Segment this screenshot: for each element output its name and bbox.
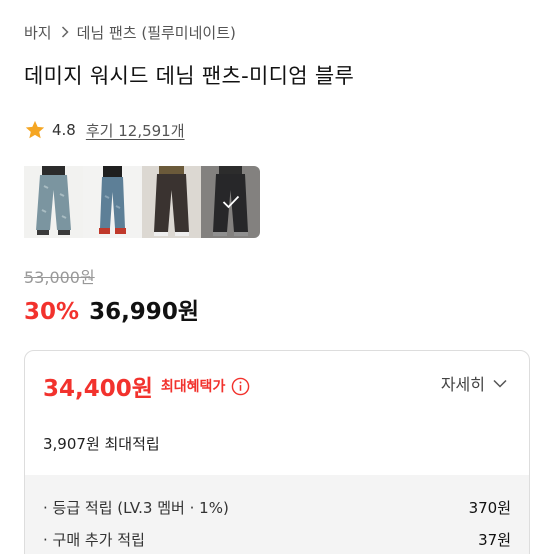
- thumbnail-3[interactable]: [142, 166, 201, 238]
- max-benefit-price: 34,400원: [43, 376, 153, 402]
- detail-toggle-label: 자세히: [440, 375, 485, 394]
- info-icon[interactable]: [231, 377, 250, 396]
- chevron-down-icon: [493, 379, 507, 388]
- points-row-value: 37원: [478, 531, 511, 549]
- thumbnail-2[interactable]: [83, 166, 142, 238]
- breadcrumb: 바지 데님 팬츠 (필루미네이트): [24, 20, 236, 44]
- thumbnail-4-selected[interactable]: [201, 166, 260, 238]
- points-breakdown: · 등급 적립 (LV.3 멤버 · 1%) 370원 · 구매 추가 적립 3…: [25, 475, 529, 554]
- thumbnail-1[interactable]: [24, 166, 83, 238]
- points-row: · 구매 추가 적립 37원: [43, 529, 511, 550]
- price-row: 30% 36,990원: [24, 292, 199, 326]
- chevron-right-icon: [61, 26, 69, 38]
- points-row-label: · 구매 추가 적립: [43, 531, 145, 549]
- detail-toggle-button[interactable]: 자세히: [441, 371, 507, 395]
- checkmark-icon: [222, 195, 240, 209]
- max-benefit-header: 34,400원 최대혜택가: [43, 369, 250, 403]
- rating-value: 4.8: [52, 121, 76, 139]
- breadcrumb-item-root[interactable]: 바지: [24, 22, 52, 43]
- points-row-label: · 등급 적립 (LV.3 멤버 · 1%): [43, 499, 229, 517]
- star-icon: [24, 119, 46, 141]
- original-price: 53,000원: [24, 268, 95, 287]
- points-row-value: 370원: [468, 499, 511, 517]
- thumbnail-gallery: [24, 166, 260, 238]
- sale-price: 36,990원: [89, 299, 199, 325]
- product-title: 데미지 워시드 데님 팬츠-미디엄 블루: [24, 64, 355, 88]
- selected-overlay: [201, 166, 260, 238]
- points-row: · 등급 적립 (LV.3 멤버 · 1%) 370원: [43, 497, 511, 518]
- max-points-summary: 3,907원 최대적립: [43, 435, 160, 453]
- discount-rate: 30%: [24, 299, 80, 325]
- benefit-panel: 34,400원 최대혜택가 자세히 3,907원 최대적립 · 등급 적립 (L…: [24, 350, 530, 554]
- max-benefit-label: 최대혜택가: [160, 379, 226, 395]
- review-count-link[interactable]: 후기 12,591개: [86, 120, 185, 141]
- rating-summary: 4.8 후기 12,591개: [24, 118, 185, 142]
- breadcrumb-item-current[interactable]: 데님 팬츠 (필루미네이트): [77, 22, 236, 43]
